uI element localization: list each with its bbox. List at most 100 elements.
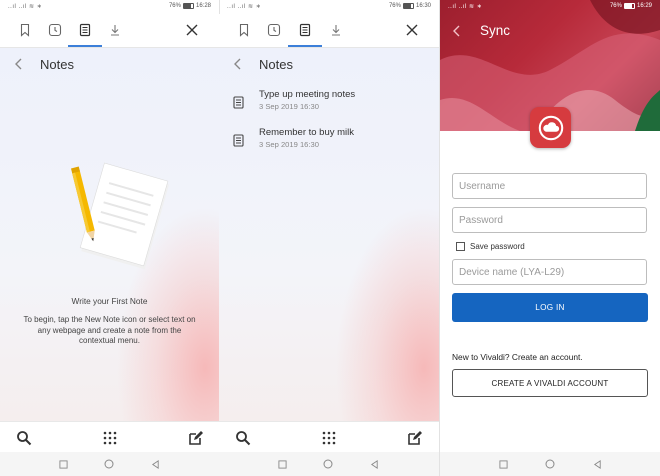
save-password-checkbox[interactable]: [456, 241, 465, 251]
back-icon[interactable]: [450, 24, 464, 38]
close-icon: [406, 24, 418, 36]
download-icon: [111, 25, 119, 36]
square-icon: [58, 459, 68, 469]
notes-icon: [79, 23, 91, 37]
battery-icon: [623, 3, 635, 9]
square-icon: [498, 459, 508, 469]
panel-tab-bar: [0, 14, 219, 48]
close-icon: [186, 24, 198, 36]
note-date: 3 Sep 2019 16:30: [259, 140, 319, 149]
close-button[interactable]: [181, 19, 203, 41]
system-nav-bar: [0, 452, 219, 476]
search-icon: [17, 431, 32, 446]
battery-percent: 76%: [168, 3, 181, 9]
search-icon: [236, 431, 251, 446]
signal-indicators: ..ıl ..ıl ≋ ∗: [448, 4, 483, 10]
status-bar: ..ıl ..ıl ≋ ∗ 76% 16:28: [0, 0, 219, 14]
cloud-icon: [538, 115, 563, 140]
battery-icon: [402, 3, 414, 9]
home-button[interactable]: [543, 457, 557, 471]
signal-indicators: ..ıl ..ıl ≋ ∗: [8, 4, 43, 10]
signal-indicators: ..ıl ..ıl ≋ ∗: [227, 4, 262, 10]
new-note-button[interactable]: [186, 428, 206, 448]
circle-icon: [545, 459, 555, 469]
tab-downloads[interactable]: [326, 20, 346, 40]
system-nav-bar: [219, 452, 439, 476]
battery-icon: [182, 3, 194, 9]
back-nav-button[interactable]: [148, 457, 162, 471]
bottom-toolbar: [0, 421, 219, 453]
triangle-back-icon: [151, 459, 159, 469]
back-icon[interactable]: [231, 57, 245, 71]
battery-percent: 76%: [609, 3, 622, 9]
note-title: Remember to buy milk: [259, 127, 355, 138]
notes-icon: [299, 23, 311, 37]
clock: 16:28: [195, 3, 211, 9]
page-title: Sync: [480, 23, 511, 38]
password-input[interactable]: [453, 208, 646, 232]
circle-icon: [323, 459, 333, 469]
username-field[interactable]: [452, 173, 647, 199]
new-note-icon: [189, 431, 203, 445]
back-icon[interactable]: [12, 57, 26, 71]
note-list-item[interactable]: Type up meeting notes 3 Sep 2019 16:30: [233, 86, 423, 120]
circle-icon: [104, 459, 114, 469]
new-note-icon: [408, 431, 422, 445]
empty-state-title: Write your First Note: [71, 296, 148, 306]
login-button[interactable]: LOG IN: [452, 293, 648, 322]
back-nav-button[interactable]: [590, 457, 604, 471]
notes-panel-list: ..ıl ..ıl ≋ ∗ 76% 16:30 Notes Type up me…: [219, 0, 439, 476]
new-note-button[interactable]: [405, 428, 425, 448]
note-icon: [233, 96, 244, 109]
grid-icon: [322, 431, 336, 445]
device-name-input[interactable]: [453, 260, 646, 284]
back-nav-button[interactable]: [367, 457, 381, 471]
status-bar: ..ıl ..ıl ≋ ∗ 76% 16:30: [219, 0, 439, 14]
bookmark-icon: [20, 23, 30, 37]
triangle-back-icon: [593, 459, 601, 469]
note-date: 3 Sep 2019 16:30: [259, 102, 319, 111]
tab-notes[interactable]: [68, 20, 102, 47]
bottom-toolbar: [219, 421, 439, 453]
search-button[interactable]: [233, 428, 253, 448]
device-name-field[interactable]: [452, 259, 647, 285]
save-password-row: Save password: [456, 240, 525, 252]
home-button[interactable]: [102, 457, 116, 471]
tab-downloads[interactable]: [105, 20, 125, 40]
history-icon: [48, 23, 62, 37]
status-bar: ..ıl ..ıl ≋ ∗ 76% 16:29: [440, 0, 660, 14]
search-button[interactable]: [14, 428, 34, 448]
grid-button[interactable]: [319, 428, 339, 448]
home-button[interactable]: [321, 457, 335, 471]
sync-panel: ..ıl ..ıl ≋ ∗ 76% 16:29 Sync Save passwo…: [440, 0, 660, 476]
square-icon: [277, 459, 287, 469]
create-account-button[interactable]: CREATE A VIVALDI ACCOUNT: [452, 369, 648, 397]
save-password-label: Save password: [470, 241, 525, 251]
empty-notes-illustration: [70, 162, 170, 270]
download-icon: [332, 25, 340, 36]
recents-button[interactable]: [496, 457, 510, 471]
grid-icon: [103, 431, 117, 445]
recents-button[interactable]: [275, 457, 289, 471]
tab-bookmarks[interactable]: [15, 20, 35, 40]
tab-history[interactable]: [45, 20, 65, 40]
password-field[interactable]: [452, 207, 647, 233]
notes-panel-empty: ..ıl ..ıl ≋ ∗ 76% 16:28 Notes Write your…: [0, 0, 219, 476]
bookmark-icon: [239, 23, 249, 37]
note-title: Type up meeting notes: [259, 89, 356, 100]
triangle-back-icon: [370, 459, 378, 469]
grid-button[interactable]: [100, 428, 120, 448]
history-icon: [267, 23, 281, 37]
sync-app-logo: [530, 107, 571, 148]
clock: 16:30: [415, 3, 431, 9]
tab-bookmarks[interactable]: [234, 20, 254, 40]
tab-notes[interactable]: [288, 20, 322, 47]
note-list-item[interactable]: Remember to buy milk 3 Sep 2019 16:30: [233, 124, 423, 158]
recents-button[interactable]: [56, 457, 70, 471]
system-nav-bar: [440, 452, 660, 476]
empty-state-description: To begin, tap the New Note icon or selec…: [23, 315, 196, 345]
username-input[interactable]: [453, 174, 646, 198]
tab-history[interactable]: [264, 20, 284, 40]
clock: 16:29: [636, 3, 652, 9]
close-button[interactable]: [401, 19, 423, 41]
